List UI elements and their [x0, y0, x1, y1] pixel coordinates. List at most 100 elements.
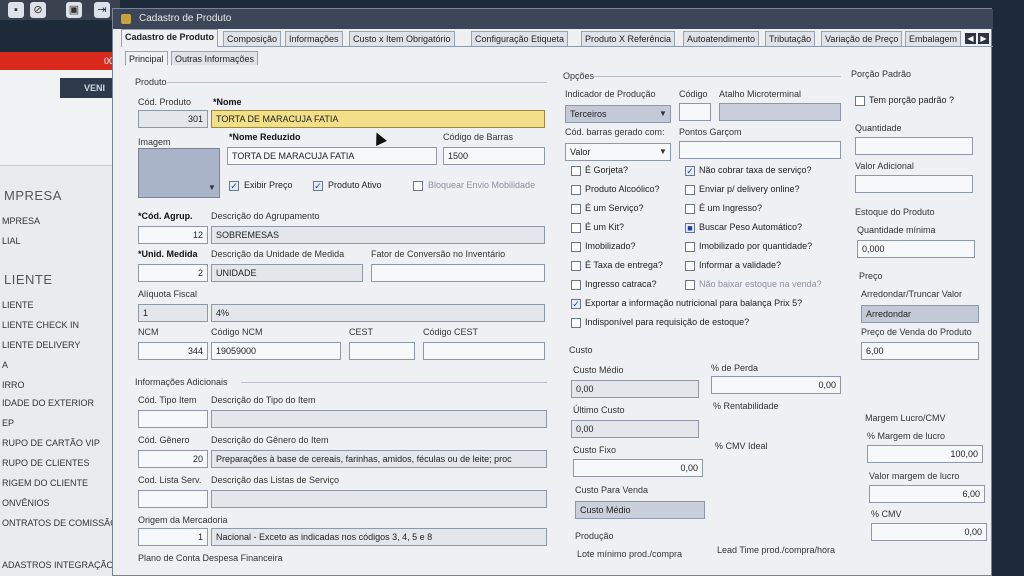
- sidebar-item[interactable]: LIENTE DELIVERY: [2, 340, 80, 350]
- alcoolico-label: Produto Alcoólico?: [585, 184, 660, 194]
- subtab-principal[interactable]: Principal: [125, 51, 168, 65]
- sidebar-item[interactable]: RUPO DE CLIENTES: [2, 458, 90, 468]
- cod-agrup-field[interactable]: 12: [138, 226, 208, 244]
- perda-field[interactable]: 0,00: [711, 376, 841, 394]
- lote-minimo-label: Lote mínimo prod./compra: [577, 549, 683, 559]
- subtab-outras-informacoes[interactable]: Outras Informações: [171, 51, 259, 65]
- servico-checkbox[interactable]: [571, 204, 581, 214]
- sidebar-item[interactable]: A: [2, 360, 8, 370]
- nome-reduzido-label: *Nome Reduzido: [229, 132, 301, 142]
- nome-field[interactable]: TORTA DE MARACUJA FATIA: [211, 110, 545, 128]
- margem-cmv-label: Margem Lucro/CMV: [865, 413, 946, 423]
- kit-checkbox[interactable]: [571, 223, 581, 233]
- tab-informacoes[interactable]: Informações: [285, 31, 343, 46]
- custo-fixo-field[interactable]: 0,00: [573, 459, 703, 477]
- tab-variacao-preco[interactable]: Variação de Preço: [821, 31, 903, 46]
- codigo-ncm-field[interactable]: 19059000: [211, 342, 341, 360]
- arredondar-select[interactable]: Arredondar: [861, 305, 979, 323]
- preco-venda-field[interactable]: 6,00: [861, 342, 979, 360]
- informar-validade-checkbox[interactable]: [685, 261, 695, 271]
- codigo-barras-field[interactable]: 1500: [443, 147, 545, 165]
- ingresso-checkbox[interactable]: [685, 204, 695, 214]
- unid-medida-field[interactable]: 2: [138, 264, 208, 282]
- nome-reduzido-field[interactable]: TORTA DE MARACUJA FATIA: [227, 147, 437, 165]
- sidebar-item[interactable]: RIGEM DO CLIENTE: [2, 478, 88, 488]
- produto-ativo-checkbox[interactable]: ✓: [313, 181, 323, 191]
- sidebar-item[interactable]: RUPO DE CARTÃO VIP: [2, 438, 100, 448]
- tab-produto-referencia[interactable]: Produto X Referência: [581, 31, 676, 46]
- nao-baixar-estoque-checkbox[interactable]: [685, 280, 695, 290]
- barras-gerado-select[interactable]: Valor ▼: [565, 143, 671, 161]
- margem-lucro-field[interactable]: 100,00: [867, 445, 983, 463]
- sidebar-item[interactable]: ONTRATOS DE COMISSÃO: [2, 518, 117, 528]
- pontos-garcom-field[interactable]: [679, 141, 841, 159]
- plano-conta-label: Plano de Conta Despesa Financeira: [138, 553, 283, 563]
- indicador-producao-select[interactable]: Terceiros ▼: [565, 105, 671, 123]
- quantidade-field[interactable]: [855, 137, 973, 155]
- sidebar-item[interactable]: ADASTROS INTEGRAÇÃO: [2, 560, 114, 570]
- tab-tributacao[interactable]: Tributação: [765, 31, 816, 46]
- delivery-online-checkbox[interactable]: [685, 185, 695, 195]
- product-image[interactable]: ▼: [138, 148, 220, 198]
- ultimo-custo-field: 0,00: [571, 420, 699, 438]
- tabs-scroll-left-icon[interactable]: ◀: [965, 33, 976, 44]
- atalho-field[interactable]: [719, 103, 841, 121]
- barras-gerado-value: Valor: [570, 147, 591, 157]
- imobilizado-quantidade-label: Imobilizado por quantidade?: [699, 241, 813, 251]
- imobilizado-checkbox[interactable]: [571, 242, 581, 252]
- alcoolico-checkbox[interactable]: [571, 185, 581, 195]
- tab-embalagem[interactable]: Embalagem: [905, 31, 962, 46]
- save-icon[interactable]: ▣: [66, 2, 82, 18]
- tab-composicao[interactable]: Composição: [223, 31, 282, 46]
- aliquota-code-field[interactable]: 1: [138, 304, 208, 322]
- sidebar-item[interactable]: LIAL: [2, 236, 21, 246]
- tab-cadastro-produto[interactable]: Cadastro de Produto: [121, 29, 219, 47]
- tipo-item-field[interactable]: [138, 410, 208, 428]
- sidebar-item[interactable]: EP: [2, 418, 14, 428]
- codigo-ncm-label: Código NCM: [211, 327, 263, 337]
- sidebar-item[interactable]: LIENTE: [2, 300, 34, 310]
- tabs-scroll-right-icon[interactable]: ▶: [978, 33, 989, 44]
- sidebar-item[interactable]: LIENTE CHECK IN: [2, 320, 79, 330]
- codigo-field[interactable]: [679, 103, 711, 121]
- ingresso-catraca-checkbox[interactable]: [571, 280, 581, 290]
- desc-genero-label: Descrição do Gênero do Item: [211, 435, 329, 445]
- genero-field[interactable]: 20: [138, 450, 208, 468]
- sidebar-item[interactable]: MPRESA: [2, 216, 40, 226]
- cmv-field[interactable]: 0,00: [871, 523, 987, 541]
- nao-cobrar-taxa-checkbox[interactable]: ✓: [685, 166, 695, 176]
- tab-configuracao-etiqueta[interactable]: Configuração Etiqueta: [471, 31, 569, 46]
- exibir-preco-checkbox[interactable]: ✓: [229, 181, 239, 191]
- indisponivel-requisicao-checkbox[interactable]: [571, 318, 581, 328]
- tab-autoatendimento[interactable]: Autoatendimento: [683, 31, 760, 46]
- peso-automatico-checkbox[interactable]: ■: [685, 223, 695, 233]
- tab-custo-item[interactable]: Custo x Item Obrigatório: [349, 31, 455, 46]
- cod-produto-field[interactable]: 301: [138, 110, 208, 128]
- block-icon[interactable]: ⊘: [30, 2, 46, 18]
- unid-medida-label: *Unid. Medida: [138, 249, 198, 259]
- qtd-minima-field[interactable]: 0,000: [857, 240, 975, 258]
- custo-medio-field: 0,00: [571, 380, 699, 398]
- sidebar-group-empresa: MPRESA: [4, 188, 62, 203]
- tem-porcao-checkbox[interactable]: [855, 96, 865, 106]
- sidebar-item[interactable]: IRRO: [2, 380, 25, 390]
- ncm-field[interactable]: 344: [138, 342, 208, 360]
- taxa-entrega-checkbox[interactable]: [571, 261, 581, 271]
- gorjeta-checkbox[interactable]: [571, 166, 581, 176]
- cest-field[interactable]: [349, 342, 415, 360]
- exportar-nutricional-checkbox[interactable]: ✓: [571, 299, 581, 309]
- valor-margem-field[interactable]: 6,00: [869, 485, 985, 503]
- codigo-cest-field[interactable]: [423, 342, 545, 360]
- custo-venda-select[interactable]: Custo Médio: [575, 501, 705, 519]
- lista-serv-field[interactable]: [138, 490, 208, 508]
- fator-conversao-field[interactable]: [371, 264, 545, 282]
- bloquear-envio-checkbox[interactable]: [413, 181, 423, 191]
- sidebar-item[interactable]: IDADE DO EXTERIOR: [2, 398, 94, 408]
- origem-field[interactable]: 1: [138, 528, 208, 546]
- exit-icon[interactable]: ⇥: [94, 2, 110, 18]
- sidebar-item[interactable]: ONVÊNIOS: [2, 498, 50, 508]
- valor-adicional-field[interactable]: [855, 175, 973, 193]
- chevron-down-icon: ▼: [659, 109, 667, 118]
- toolbar-icon[interactable]: ▪: [8, 2, 24, 18]
- imobilizado-quantidade-checkbox[interactable]: [685, 242, 695, 252]
